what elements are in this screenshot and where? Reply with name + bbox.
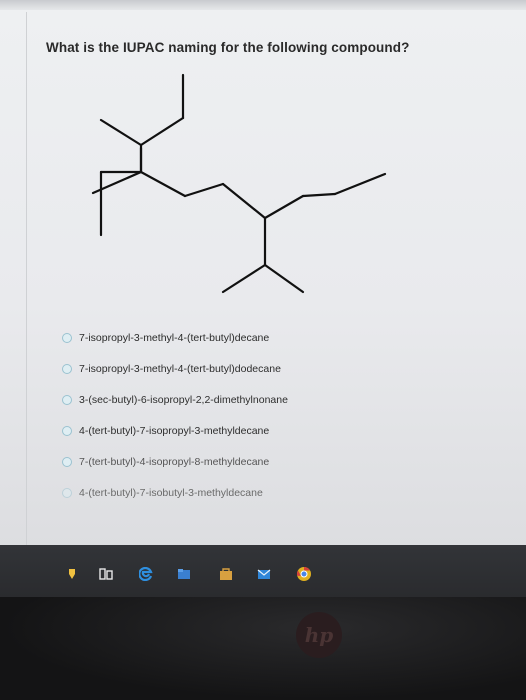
radio-button[interactable] [62,394,72,405]
bond [301,192,337,198]
radio-button[interactable] [62,332,72,343]
pin-icon[interactable] [64,567,80,581]
file-explorer-icon[interactable] [176,567,192,581]
bond [139,116,185,147]
skeletal-structure [91,73,387,294]
hp-logo: hp [296,612,342,658]
answer-option[interactable]: 4-(tert-butyl)-7-isobutyl-3-methyldecane [62,477,288,508]
mail-icon[interactable] [256,567,272,581]
bond [221,182,267,220]
answer-option[interactable]: 4-(tert-butyl)-7-isopropyl-3-methyldecan… [62,415,288,446]
taskbar [0,545,526,597]
edge-browser-icon[interactable] [138,567,154,581]
option-label: 7-isopropyl-3-methyl-4-(tert-butyl)dodec… [79,362,281,375]
bond [99,118,143,147]
option-label: 4-(tert-butyl)-7-isobutyl-3-methyldecane [79,486,263,499]
bond [263,263,305,294]
answer-options: 7-isopropyl-3-methyl-4-(tert-butyl)decan… [62,322,288,508]
bond [221,263,267,294]
answer-option[interactable]: 7-isopropyl-3-methyl-4-(tert-butyl)dodec… [62,353,288,384]
answer-option[interactable]: 7-isopropyl-3-methyl-4-(tert-butyl)decan… [62,322,288,353]
bond [333,172,387,196]
brand-logo-text: hp [304,623,334,647]
option-label: 7-isopropyl-3-methyl-4-(tert-butyl)decan… [79,331,270,344]
option-label: 3-(sec-butyl)-6-isopropyl-2,2-dimethylno… [79,393,288,406]
screen: What is the IUPAC naming for the followi… [0,0,526,552]
store-icon[interactable] [218,567,234,581]
bond [183,182,225,198]
radio-button[interactable] [62,425,72,436]
radio-button[interactable] [62,363,72,374]
answer-option[interactable]: 7-(tert-butyl)-4-isopropyl-8-methyldecan… [62,446,288,477]
radio-button[interactable] [62,456,72,467]
option-label: 7-(tert-butyl)-4-isopropyl-8-methyldecan… [79,455,270,468]
bond [139,170,187,198]
laptop-bezel [0,597,526,700]
question-text: What is the IUPAC naming for the followi… [46,40,410,55]
top-band [0,0,526,10]
radio-button[interactable] [62,487,72,498]
chrome-icon[interactable] [296,567,312,581]
bond [263,194,305,220]
task-view-icon[interactable] [98,567,114,581]
answer-option[interactable]: 3-(sec-butyl)-6-isopropyl-2,2-dimethylno… [62,384,288,415]
option-label: 4-(tert-butyl)-7-isopropyl-3-methyldecan… [79,424,270,437]
